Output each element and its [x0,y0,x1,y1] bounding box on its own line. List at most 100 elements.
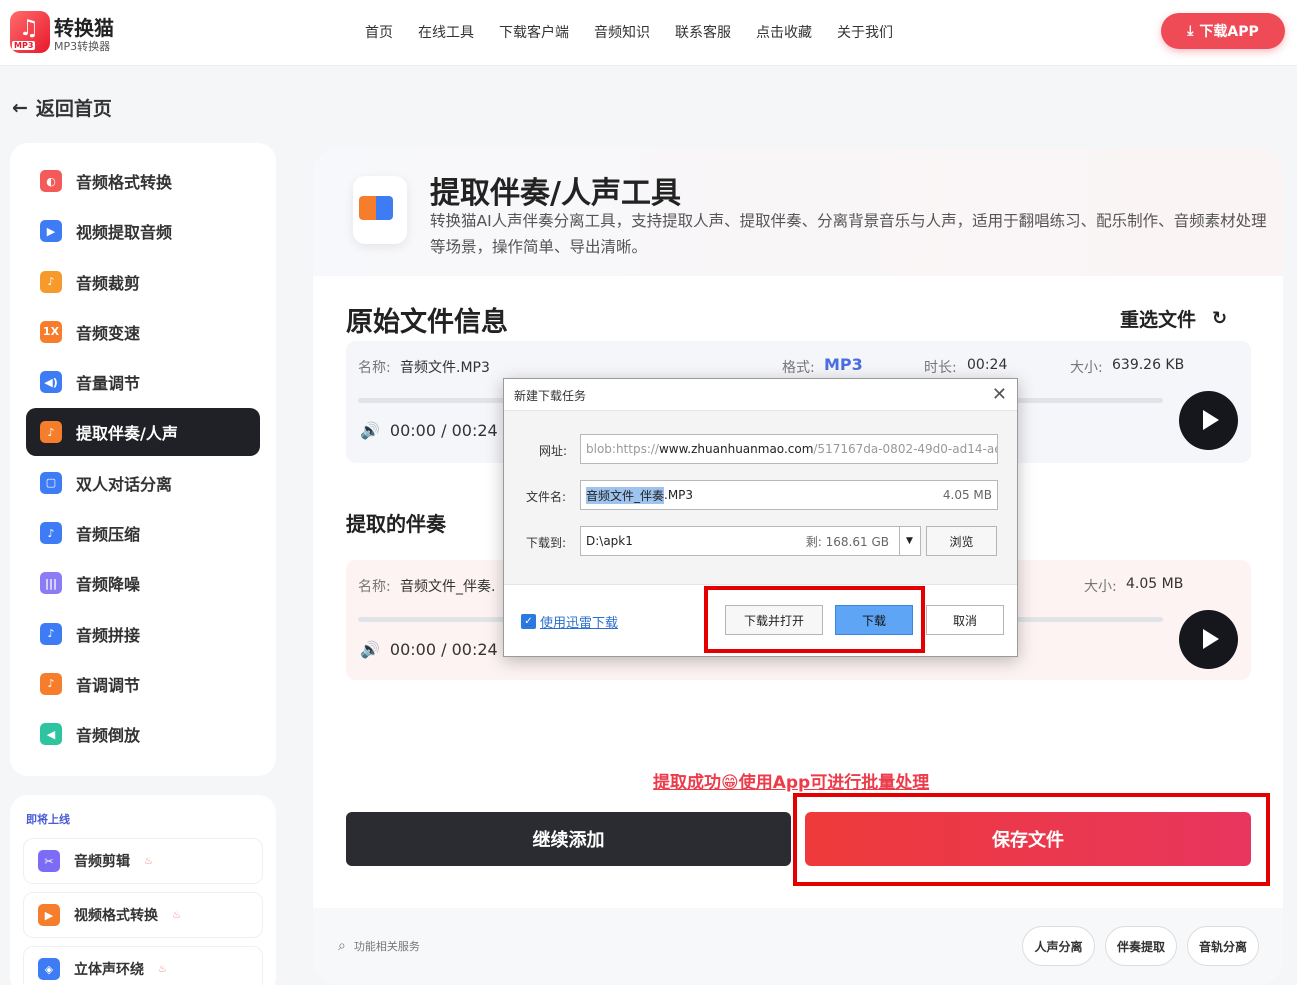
name-label: 名称: [358,360,391,376]
top-header: ♫ MP3 转换猫 MP3转换器 首页 在线工具 下载客户端 音频知识 联系客服… [0,0,1297,66]
vocal-icon: ♪ [40,421,62,444]
coming-soon-panel: 即将上线 ✂ 音频剪辑 ♨ ▶ 视频格式转换 ♨ ◈ 立体声环绕 ♨ [10,795,276,985]
related-services: ⌕ 功能相关服务 人声分离 伴奏提取 音轨分离 [313,908,1283,985]
denoise-icon: ||| [40,572,62,595]
play-button[interactable] [1179,610,1238,669]
playback-time: 🔊 00:00 / 00:24 [360,421,498,440]
search-icon: ⌕ [338,938,346,954]
original-file-title: 原始文件信息 [346,307,508,338]
sidebar-item-label: 音频降噪 [76,575,141,595]
speaker-icon[interactable]: 🔊 [360,640,380,659]
sidebar-item-1[interactable]: ▶ 视频提取音频 [26,207,260,255]
sidebar-item-11[interactable]: ◀ 音频倒放 [26,710,260,758]
sidebar-item-label: 音频变速 [76,323,141,343]
sidebar-item-5[interactable]: ♪ 提取伴奏/人声 [26,408,260,457]
logo[interactable]: ♫ MP3 [10,11,50,53]
download-icon: ⤓ [1187,23,1194,39]
url-field[interactable]: blob:https://www.zhuanhuanmao.com/517167… [580,434,998,464]
time-readout: 00:00 / 00:24 [389,421,498,440]
save-path: D:\apk1 [586,534,633,548]
sidebar-item-0[interactable]: ◐ 音频格式转换 [26,157,260,205]
sidebar-item-8[interactable]: ||| 音频降噪 [26,559,260,607]
chip-accompaniment[interactable]: 伴奏提取 [1105,926,1177,966]
tool-description: 转换猫AI人声伴奏分离工具，支持提取人声、提取伴奏、分离背景音乐与人声，适用于翻… [430,212,1267,256]
url-rest: /517167da-0802-49d0-ad14-ae0 [813,442,998,456]
download-app-button[interactable]: ⤓ 下载APP [1161,13,1285,49]
close-icon[interactable]: ✕ [992,384,1007,405]
join-icon: ♪ [40,622,62,645]
nav-audio-knowledge[interactable]: 音频知识 [594,22,650,42]
soon-item-audio-edit[interactable]: ✂ 音频剪辑 ♨ [23,838,263,884]
sidebar-item-label: 音频裁剪 [76,273,141,293]
chip-track-separation[interactable]: 音轨分离 [1187,926,1259,966]
filename-label: 文件名: [526,490,567,504]
save-path-field[interactable]: D:\apk1 剩: 168.61 GB [580,526,900,556]
filename-size: 4.05 MB [942,488,992,502]
filename-field[interactable]: 音频文件_伴奏 .MP3 4.05 MB [580,480,998,510]
main-nav: 首页 在线工具 下载客户端 音频知识 联系客服 点击收藏 关于我们 [365,22,893,42]
sidebar-item-4[interactable]: ◀) 音量调节 [26,358,260,406]
nav-bookmark[interactable]: 点击收藏 [756,22,812,42]
video-play-icon: ▶ [38,904,60,926]
browse-button[interactable]: 浏览 [926,526,997,556]
sidebar-item-2[interactable]: ♪ 音频裁剪 [26,258,260,306]
scissors-icon: ✂ [38,850,60,872]
continue-add-button[interactable]: 继续添加 [346,812,791,866]
url-label: 网址: [539,444,568,458]
caret-down-icon: ▼ [906,536,913,546]
sidebar-item-label: 视频提取音频 [76,223,173,243]
volume-icon: ◀) [40,371,62,394]
success-message[interactable]: 提取成功😁使用App可进行批量处理 [653,768,929,793]
file-duration: 00:24 [967,357,1008,373]
sidebar-item-label: 音量调节 [76,374,141,394]
nav-download-client[interactable]: 下载客户端 [499,22,569,42]
extracted-title: 提取的伴奏 [346,512,446,536]
refresh-icon: ↻ [1212,308,1228,329]
sidebar-item-10[interactable]: ♪ 音调调节 [26,660,260,708]
nav-home[interactable]: 首页 [365,22,393,42]
brand-name[interactable]: 转换猫 [54,12,114,41]
sidebar-item-7[interactable]: ♪ 音频压缩 [26,509,260,557]
speed-icon: 1X [40,320,62,343]
reselect-file-button[interactable]: 重选文件 ↻ [1120,305,1227,332]
nav-online-tools[interactable]: 在线工具 [418,22,474,42]
dialog-body: 网址: blob:https://www.zhuanhuanmao.com/51… [504,410,1017,585]
soon-item-video-format[interactable]: ▶ 视频格式转换 ♨ [23,892,263,938]
url-domain: www.zhuanhuanmao.com [658,442,814,456]
path-dropdown[interactable]: ▼ [899,526,921,556]
music-note-icon: ♫ [19,16,39,41]
tool-header: 提取伴奏/人声工具 转换猫AI人声伴奏分离工具，支持提取人声、提取伴奏、分离背景… [313,148,1283,276]
time-readout: 00:00 / 00:24 [389,640,498,659]
brand-subtitle: MP3转换器 [54,40,111,53]
size-label: 大小: [1084,579,1117,595]
back-home-link[interactable]: ← 返回首页 [12,94,112,121]
nav-about[interactable]: 关于我们 [837,22,893,42]
play-button[interactable] [1179,391,1238,450]
nav-contact[interactable]: 联系客服 [675,22,731,42]
file-format: MP3 [824,355,863,374]
chip-vocal-separation[interactable]: 人声分离 [1022,926,1095,966]
cancel-button[interactable]: 取消 [926,605,1004,635]
playback-time: 🔊 00:00 / 00:24 [360,640,498,659]
reverse-icon: ◀ [40,723,62,746]
cube-icon: ◈ [38,958,60,980]
tool-title: 提取伴奏/人声工具 [430,176,681,211]
pitch-icon: ♪ [40,672,62,695]
soon-item-label: 立体声环绕 [74,962,144,978]
free-space: 剩: 168.61 GB [805,534,889,549]
thunder-label: 使用迅雷下载 [540,616,619,631]
use-thunder-checkbox[interactable]: ✓ 使用迅雷下载 [521,612,618,631]
file-name: 音频文件_伴奏. [400,579,496,595]
sidebar-item-9[interactable]: ♪ 音频拼接 [26,610,260,658]
name-label: 名称: [358,579,391,595]
sidebar-item-6[interactable]: ▢ 双人对话分离 [26,459,260,507]
sidebar-item-3[interactable]: 1X 音频变速 [26,308,260,356]
sidebar-item-label: 音调调节 [76,675,141,695]
sidebar-item-label: 提取伴奏/人声 [76,424,178,444]
highlight-box [793,793,1270,886]
soon-item-surround[interactable]: ◈ 立体声环绕 ♨ [23,946,263,985]
speaker-icon[interactable]: 🔊 [360,421,380,440]
download-app-label: 下载APP [1199,24,1259,40]
coming-soon-title: 即将上线 [26,813,70,826]
logo-badge: MP3 [12,41,36,50]
